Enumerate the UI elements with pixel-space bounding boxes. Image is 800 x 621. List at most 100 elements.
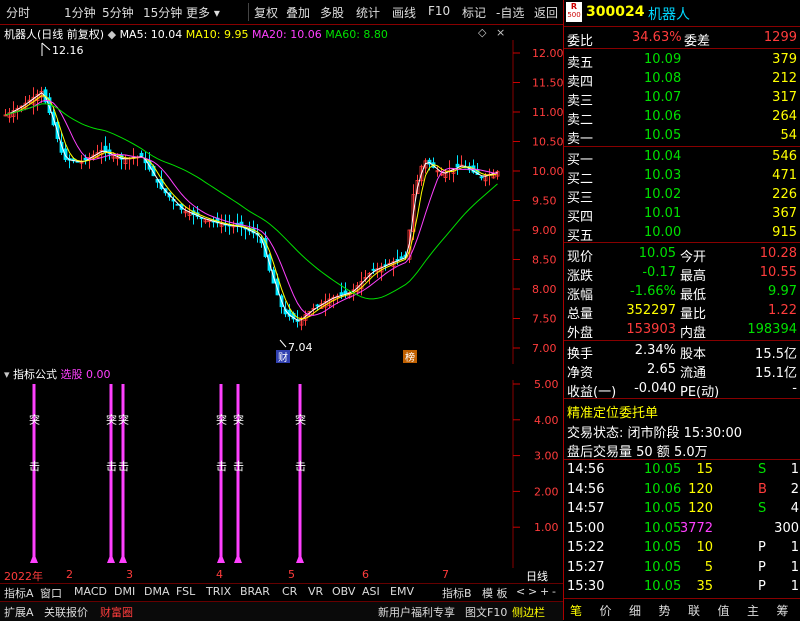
buy-row[interactable]: 买四 10.01 367: [564, 204, 800, 225]
indicator-tab[interactable]: OBV: [332, 585, 355, 598]
x-label: 7: [442, 568, 449, 581]
signal-label: 击: [106, 460, 117, 473]
indicator-tab[interactable]: FSL: [176, 585, 195, 598]
weibi-row: 委比 34.63% 委差 1299: [567, 30, 797, 49]
precise-title[interactable]: 精准定位委托单: [564, 400, 800, 421]
signal-bar: [121, 384, 125, 563]
top-toolbar: 分时 1分钟 5分钟 15分钟 更多 ▾ 复权 叠加 多股 统计 画线 F10 …: [0, 0, 563, 25]
candle-body: [371, 268, 376, 271]
candle-body: [315, 304, 320, 307]
indicator-tab[interactable]: 模 板: [482, 585, 508, 601]
y-tick-label: 8.00: [532, 283, 557, 296]
panel-tab[interactable]: 筹: [777, 602, 789, 619]
indicator-tab[interactable]: BRAR: [240, 585, 270, 598]
indicator-tab[interactable]: CR: [282, 585, 297, 598]
y-tick-label: 4.00: [534, 414, 559, 427]
chevron-down-icon: ▾: [210, 6, 220, 20]
indicator-tab[interactable]: 窗口: [40, 585, 62, 601]
candle-body: [339, 292, 344, 296]
buy-row[interactable]: 买一 10.04 546: [564, 147, 800, 168]
toolbar-more[interactable]: 更多 ▾: [186, 4, 220, 21]
trade-row: 15:00 10.05 3772 300: [567, 520, 799, 536]
indicator-tab[interactable]: 指标B: [442, 585, 472, 601]
indicator-tab[interactable]: MACD: [74, 585, 107, 598]
toolbar-back[interactable]: 返回: [534, 4, 558, 21]
quote-row: 净资 2.65 流通 15.1亿: [567, 362, 797, 381]
signal-label: 击: [216, 460, 227, 473]
y-tick-label: 10.00: [532, 165, 563, 178]
toolbar-15min[interactable]: 15分钟: [143, 4, 182, 21]
toolbar-huaxian[interactable]: 画线: [392, 4, 416, 21]
chart-control[interactable]: -: [552, 585, 556, 598]
indicator-tabs: 指标A 窗口 MACD DMI DMA FSL TRIX BRAR CR VR OBV ASI EMV 指…: [0, 583, 563, 601]
toolbar-f10[interactable]: F10: [428, 4, 450, 18]
extension-tab[interactable]: 扩展A: [4, 604, 34, 620]
signal-bar: [298, 384, 302, 563]
signal-label: 击: [233, 460, 244, 473]
panel-tab[interactable]: 势: [659, 602, 671, 619]
diamond-icon[interactable]: ◇: [478, 26, 486, 39]
chart-control[interactable]: <: [516, 585, 525, 598]
candle-body: [399, 256, 404, 259]
indicator-chart[interactable]: 5.00 4.00 3.00 2.00 1.00 突击 突击 突击 突击 突击 突击: [0, 380, 563, 568]
high-price-label: 12.16: [52, 44, 84, 57]
close-icon[interactable]: ×: [496, 26, 505, 39]
indicator-tab[interactable]: ASI: [362, 585, 380, 598]
buy-row[interactable]: 买二 10.03 471: [564, 166, 800, 187]
toolbar-fuquan[interactable]: 复权: [254, 4, 278, 21]
toolbar-tongji[interactable]: 统计: [356, 4, 380, 21]
panel-tab[interactable]: 值: [718, 602, 730, 619]
quote-row: 涨幅 -1.66% 最低 9.97: [567, 284, 797, 303]
toolbar-duogu[interactable]: 多股: [320, 4, 344, 21]
sell-row[interactable]: 卖四 10.08 212: [564, 69, 800, 90]
panel-tab[interactable]: 主: [747, 602, 759, 619]
x-label: 2022年: [4, 570, 43, 583]
after-hours: 盘后交易量 50 额 5.0万: [567, 445, 708, 460]
toolbar-zixuan[interactable]: -自选: [496, 4, 524, 21]
panel-tab[interactable]: 联: [688, 602, 700, 619]
promo-link[interactable]: 新用户福利专享: [378, 604, 455, 620]
indicator-tab[interactable]: DMA: [144, 585, 170, 598]
stock-name: 机器人: [648, 7, 690, 23]
toolbar-fenshi[interactable]: 分时: [6, 4, 30, 21]
toolbar-1min[interactable]: 1分钟: [64, 4, 96, 21]
sell-row[interactable]: 卖五 10.09 379: [564, 50, 800, 71]
indicator-tab[interactable]: DMI: [114, 585, 135, 598]
extension-tab[interactable]: 关联报价: [44, 604, 88, 620]
indicator-tab[interactable]: TRIX: [206, 585, 231, 598]
signal-bar: [32, 384, 36, 563]
signal-bar: [219, 384, 223, 563]
signal-label: 击: [295, 460, 306, 473]
toolbar-diejia[interactable]: 叠加: [286, 4, 310, 21]
buy-row[interactable]: 买五 10.00 915: [564, 223, 800, 244]
period-label[interactable]: 日线: [526, 568, 548, 584]
chart-control[interactable]: +: [540, 585, 549, 598]
buy-row[interactable]: 买三 10.02 226: [564, 185, 800, 206]
toolbar-5min[interactable]: 5分钟: [102, 4, 134, 21]
signal-marker: [296, 553, 304, 563]
indicator-tab[interactable]: VR: [308, 585, 323, 598]
promo-link[interactable]: 图文F10: [465, 604, 507, 620]
candle-body: [479, 176, 484, 179]
trade-row: 15:30 10.05 35 P 1: [567, 579, 799, 594]
sell-row[interactable]: 卖一 10.05 54: [564, 126, 800, 147]
toolbar-biaoji[interactable]: 标记: [462, 4, 486, 21]
quote-row: 换手 2.34% 股本 15.5亿: [567, 343, 797, 362]
panel-tab[interactable]: 笔: [570, 602, 582, 619]
kline-chart[interactable]: 12.00 11.50 11.00 10.50 10.00 9.50 9.00 8.50 8.0…: [0, 40, 563, 364]
promo-link[interactable]: 侧边栏: [512, 604, 545, 620]
indicator-tab[interactable]: 指标A: [4, 585, 34, 601]
panel-tab[interactable]: 细: [629, 602, 641, 619]
chart-control[interactable]: >: [528, 585, 537, 598]
panel-tab[interactable]: 价: [600, 602, 612, 619]
ma5-line: [5, 92, 498, 321]
sell-row[interactable]: 卖二 10.06 264: [564, 107, 800, 128]
y-tick-label: 1.00: [534, 521, 559, 534]
rank-marker-text: 榜: [405, 351, 415, 364]
y-tick-label: 12.00: [532, 47, 563, 60]
sell-row[interactable]: 卖三 10.07 317: [564, 88, 800, 109]
ma10-line: [5, 95, 498, 320]
trade-status: 交易状态: 闭市阶段 15:30:00: [567, 426, 743, 441]
indicator-tab[interactable]: EMV: [390, 585, 414, 598]
extension-tab[interactable]: 财富圈: [100, 604, 133, 620]
